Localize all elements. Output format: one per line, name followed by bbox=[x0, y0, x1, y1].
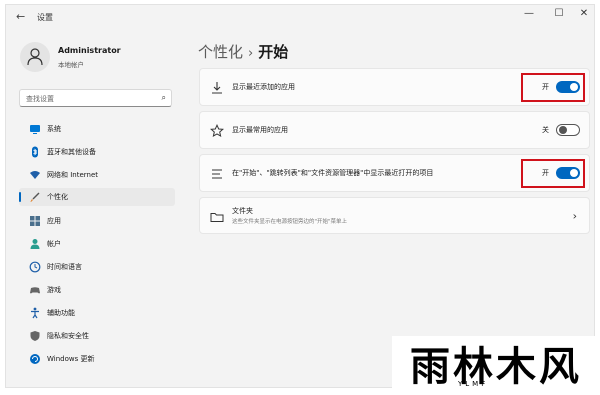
breadcrumb: 个性化 › 开始 bbox=[198, 41, 288, 62]
person-icon bbox=[27, 48, 43, 66]
sidebar-item-gaming[interactable]: 游戏 bbox=[19, 281, 175, 299]
toggle-switch[interactable] bbox=[556, 81, 580, 93]
setting-label: 文件夹 bbox=[232, 207, 253, 215]
sidebar-item-label: 游戏 bbox=[47, 286, 61, 294]
toggle-switch[interactable] bbox=[556, 167, 580, 179]
chevron-right-icon: › bbox=[572, 209, 577, 222]
toggle-state-label: 开 bbox=[542, 83, 549, 91]
breadcrumb-parent[interactable]: 个性化 bbox=[198, 43, 243, 61]
watermark-logo: 雨林木风 YLMF bbox=[392, 336, 600, 395]
toggle-knob bbox=[570, 83, 578, 91]
sidebar-item-privacy[interactable]: 隐私和安全性 bbox=[19, 327, 175, 345]
setting-description: 这些文件夹显示在电源按钮旁边的"开始"菜单上 bbox=[232, 219, 348, 225]
sidebar-item-label: 辅助功能 bbox=[47, 309, 75, 317]
sidebar-item-label: 网络和 Internet bbox=[47, 171, 99, 179]
account-type: 本地帐户 bbox=[58, 61, 84, 69]
monitor-icon bbox=[29, 123, 41, 135]
title-bar: ← 设置 — ☐ ✕ bbox=[6, 5, 594, 29]
sidebar-item-accounts[interactable]: 帐户 bbox=[19, 235, 175, 253]
selection-indicator bbox=[19, 192, 21, 202]
watermark-sub: YLMF bbox=[458, 380, 489, 388]
setting-label: 显示最近添加的应用 bbox=[232, 83, 295, 91]
sidebar-item-label: 蓝牙和其他设备 bbox=[47, 148, 96, 156]
accessibility-icon bbox=[29, 307, 41, 319]
setting-label: 在"开始"、"跳转列表"和"文件资源管理器"中显示最近打开的项目 bbox=[232, 169, 434, 177]
download-icon bbox=[210, 80, 224, 94]
watermark-main: 雨林木风 bbox=[410, 343, 582, 390]
toggle-state-label: 关 bbox=[542, 126, 549, 134]
apps-icon bbox=[29, 215, 41, 227]
sidebar-item-label: 帐户 bbox=[47, 240, 61, 248]
toggle-state-label: 开 bbox=[542, 169, 549, 177]
bluetooth-icon bbox=[29, 146, 41, 158]
brush-icon bbox=[29, 191, 41, 203]
update-icon bbox=[29, 353, 41, 365]
avatar bbox=[20, 42, 50, 72]
setting-row-recently-added: 显示最近添加的应用 开 bbox=[199, 68, 590, 106]
search-box[interactable]: 查找设置 ⌕ bbox=[19, 89, 172, 107]
sidebar-item-personalization[interactable]: 个性化 bbox=[19, 188, 175, 206]
sidebar-item-system[interactable]: 系统 bbox=[19, 120, 175, 138]
globe-clock-icon bbox=[29, 261, 41, 273]
page-title: 开始 bbox=[258, 43, 289, 61]
minimize-button[interactable]: — bbox=[519, 8, 539, 19]
wifi-icon bbox=[29, 169, 41, 181]
sidebar-item-accessibility[interactable]: 辅助功能 bbox=[19, 304, 175, 322]
sidebar-item-label: 隐私和安全性 bbox=[47, 332, 89, 340]
back-arrow-icon[interactable]: ← bbox=[16, 10, 25, 23]
setting-label: 显示最常用的应用 bbox=[232, 126, 288, 134]
maximize-button[interactable]: ☐ bbox=[549, 8, 569, 19]
toggle-switch[interactable] bbox=[556, 124, 580, 136]
sidebar-item-apps[interactable]: 应用 bbox=[19, 212, 175, 230]
app-title: 设置 bbox=[37, 13, 53, 22]
person-icon bbox=[29, 238, 41, 250]
close-button[interactable]: ✕ bbox=[574, 8, 594, 19]
star-icon bbox=[209, 123, 225, 138]
sidebar-item-label: 个性化 bbox=[47, 193, 68, 201]
sidebar-item-label: 时间和语言 bbox=[47, 263, 82, 271]
sidebar-item-label: 系统 bbox=[47, 125, 61, 133]
search-icon[interactable]: ⌕ bbox=[162, 93, 166, 103]
gamepad-icon bbox=[29, 284, 41, 296]
toggle-knob bbox=[559, 126, 567, 134]
folder-icon bbox=[210, 209, 224, 223]
sidebar-item-time-language[interactable]: 时间和语言 bbox=[19, 258, 175, 276]
search-input[interactable]: 查找设置 bbox=[26, 94, 54, 104]
sidebar-item-label: 应用 bbox=[47, 217, 61, 225]
breadcrumb-separator: › bbox=[248, 46, 254, 61]
sidebar-item-windows-update[interactable]: Windows 更新 bbox=[19, 350, 175, 368]
list-icon bbox=[210, 166, 224, 180]
toggle-knob bbox=[570, 169, 578, 177]
setting-row-most-used: 显示最常用的应用 关 bbox=[199, 111, 590, 149]
sidebar-item-label: Windows 更新 bbox=[47, 355, 95, 363]
setting-row-folders[interactable]: 文件夹 这些文件夹显示在电源按钮旁边的"开始"菜单上 › bbox=[199, 197, 590, 234]
sidebar-item-bluetooth[interactable]: 蓝牙和其他设备 bbox=[19, 143, 175, 161]
shield-icon bbox=[29, 330, 41, 342]
user-name: Administrator bbox=[58, 46, 121, 55]
sidebar-item-network[interactable]: 网络和 Internet bbox=[19, 166, 175, 184]
settings-window: ← 设置 — ☐ ✕ Administrator 本地帐户 查找设置 ⌕ 系统 … bbox=[5, 4, 595, 388]
setting-row-recent-items: 在"开始"、"跳转列表"和"文件资源管理器"中显示最近打开的项目 开 bbox=[199, 154, 590, 192]
